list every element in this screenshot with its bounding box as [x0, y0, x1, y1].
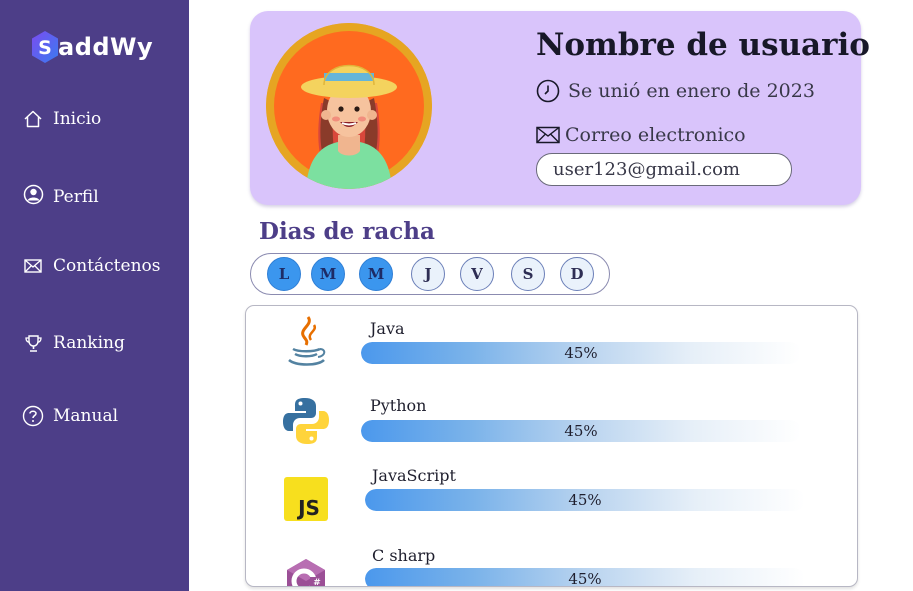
- csharp-icon: #: [278, 553, 334, 587]
- streak-day-sabado[interactable]: S: [511, 257, 545, 291]
- streak-title: Dias de racha: [259, 218, 435, 245]
- clock-icon: [536, 79, 560, 103]
- home-icon: [22, 108, 44, 130]
- language-name: Java: [370, 319, 405, 338]
- email-label: Correo electronico: [536, 124, 746, 146]
- language-row-csharp[interactable]: # C sharp 45%: [246, 539, 857, 587]
- logo-badge-letter: S: [38, 37, 52, 59]
- user-icon: [22, 183, 44, 205]
- sidebar-item-label: Manual: [53, 406, 119, 426]
- language-row-java[interactable]: Java 45%: [246, 311, 857, 381]
- progress-label: 45%: [568, 491, 602, 509]
- progress-label: 45%: [564, 344, 598, 362]
- sidebar-item-label: Inicio: [53, 109, 102, 129]
- envelope-icon: [536, 126, 560, 144]
- language-name: Python: [370, 396, 427, 415]
- language-row-javascript[interactable]: JS JavaScript 45%: [246, 460, 857, 530]
- sidebar-item-label: Perfil: [53, 187, 99, 207]
- java-icon: [278, 315, 334, 371]
- sidebar: S addWy Inicio Perfil Contáctenos Rankin…: [0, 0, 189, 591]
- join-date-text: Se unió en enero de 2023: [568, 80, 815, 102]
- sidebar-item-contactenos[interactable]: Contáctenos: [22, 255, 160, 277]
- language-progress-panel[interactable]: Java 45% Python 45% JS JavaScript 45% # …: [245, 305, 858, 587]
- email-field-value: user123@gmail.com: [553, 159, 740, 180]
- email-field[interactable]: user123@gmail.com: [536, 153, 792, 186]
- sidebar-item-label: Ranking: [53, 333, 125, 353]
- streak-day-lunes[interactable]: L: [267, 257, 301, 291]
- streak-day-domingo[interactable]: D: [560, 257, 594, 291]
- language-name: JavaScript: [372, 466, 456, 485]
- join-date: Se unió en enero de 2023: [536, 79, 815, 103]
- avatar[interactable]: [266, 23, 432, 189]
- profile-card: Nombre de usuario Se unió en enero de 20…: [250, 11, 870, 205]
- sidebar-item-manual[interactable]: Manual: [22, 405, 118, 427]
- trophy-icon: [22, 332, 44, 354]
- svg-text:#: #: [313, 578, 321, 587]
- progress-bar: 45%: [365, 568, 805, 587]
- sidebar-item-inicio[interactable]: Inicio: [22, 108, 101, 130]
- sidebar-item-label: Contáctenos: [53, 256, 161, 276]
- brand-name: addWy: [58, 33, 154, 61]
- progress-bar: 45%: [361, 342, 801, 364]
- progress-bar: 45%: [361, 420, 801, 442]
- help-icon: [22, 405, 44, 427]
- brand-logo[interactable]: S addWy: [30, 30, 153, 64]
- progress-bar: 45%: [365, 489, 805, 511]
- logo-badge-icon: S: [30, 30, 60, 64]
- streak-day-martes[interactable]: M: [311, 257, 345, 291]
- streak-days: L M M J V S D: [250, 253, 610, 295]
- email-label-text: Correo electronico: [565, 124, 746, 146]
- streak-day-miercoles[interactable]: M: [359, 257, 393, 291]
- mail-icon: [22, 255, 44, 277]
- username: Nombre de usuario: [536, 27, 870, 63]
- streak-day-viernes[interactable]: V: [460, 257, 494, 291]
- language-name: C sharp: [372, 546, 436, 565]
- javascript-icon: JS: [278, 471, 334, 527]
- streak-day-jueves[interactable]: J: [411, 257, 445, 291]
- language-row-python[interactable]: Python 45%: [246, 389, 857, 459]
- sidebar-item-perfil[interactable]: Perfil: [22, 183, 99, 207]
- progress-label: 45%: [564, 422, 598, 440]
- sidebar-item-ranking[interactable]: Ranking: [22, 332, 125, 354]
- python-icon: [278, 393, 334, 449]
- progress-label: 45%: [568, 570, 602, 587]
- svg-text:JS: JS: [296, 496, 320, 520]
